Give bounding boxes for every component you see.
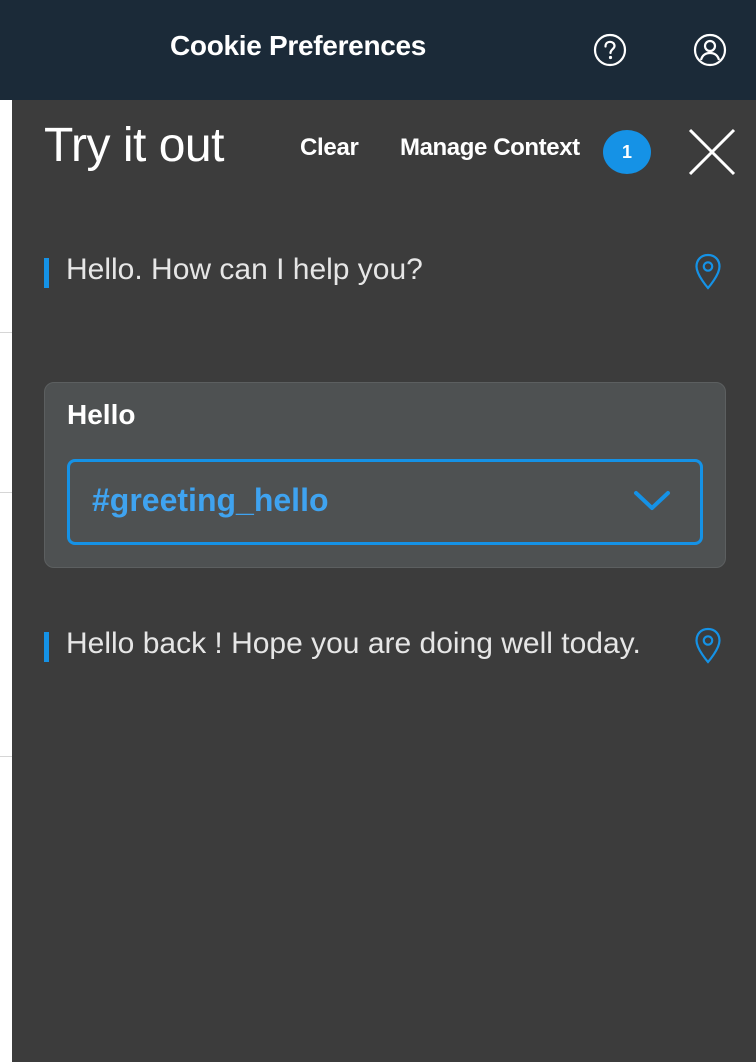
user-message-card: Hello #greeting_hello (44, 382, 726, 568)
user-avatar-icon[interactable] (692, 32, 728, 68)
bot-message-text: Hello. How can I help you? (66, 253, 423, 286)
user-message-text: Hello (67, 399, 136, 430)
bot-message-text: Hello back ! Hope you are doing well tod… (66, 627, 641, 660)
close-icon[interactable] (684, 124, 740, 180)
manage-context-button[interactable]: Manage Context (400, 134, 580, 162)
clear-button[interactable]: Clear (300, 134, 359, 162)
divider (0, 332, 12, 333)
cookie-preferences-link[interactable]: Cookie Preferences (170, 30, 426, 62)
message-accent-bar (44, 258, 49, 288)
bot-message: Hello. How can I help you? (44, 246, 694, 294)
bot-message: Hello back ! Hope you are doing well tod… (44, 620, 694, 668)
message-accent-bar (44, 632, 49, 662)
location-pin-icon[interactable] (692, 252, 724, 292)
background-page-edge (0, 100, 12, 1062)
chevron-down-icon (632, 486, 672, 516)
divider (0, 756, 12, 757)
try-it-out-panel: Try it out Clear Manage Context 1 Hello.… (12, 100, 756, 1062)
panel-title: Try it out (44, 119, 224, 172)
top-bar: Cookie Preferences (0, 0, 756, 100)
location-pin-icon[interactable] (692, 626, 724, 666)
context-count-badge[interactable]: 1 (603, 130, 651, 174)
intent-value: #greeting_hello (92, 482, 329, 518)
help-icon[interactable] (592, 32, 628, 68)
intent-select[interactable]: #greeting_hello (67, 459, 703, 545)
divider (0, 492, 12, 493)
